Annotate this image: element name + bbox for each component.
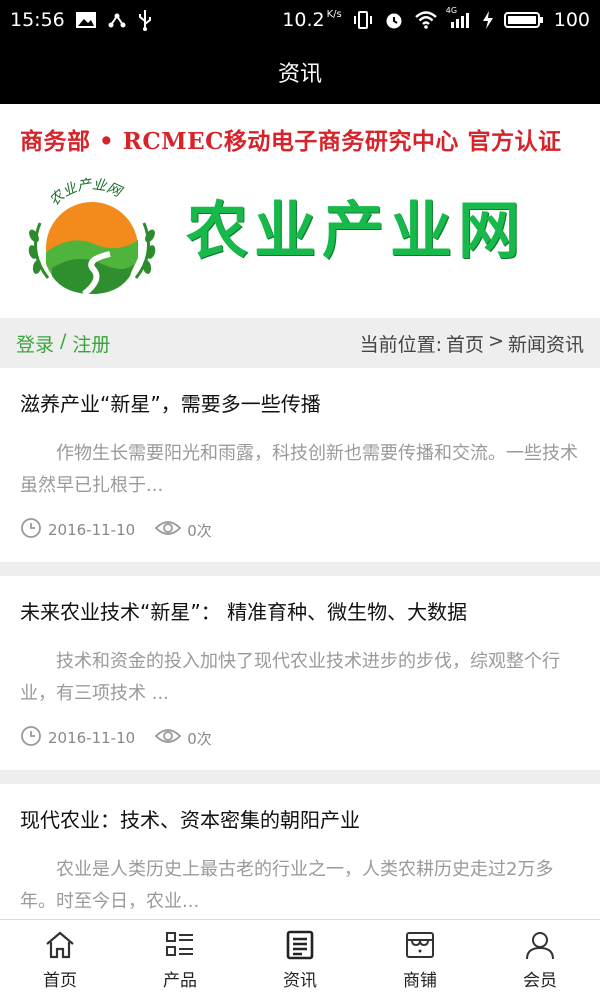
battery-level: 100: [553, 9, 590, 31]
auth-links: 登录 / 注册: [16, 330, 110, 357]
breadcrumb-arrow: >: [488, 329, 504, 352]
eye-icon: [154, 727, 182, 749]
status-bar: 15:56 10.2 K/s 4G 100: [0, 0, 600, 40]
news-view-count: 0次: [187, 729, 212, 748]
news-views: 0次: [154, 519, 212, 541]
news-item[interactable]: 未来农业技术“新星”： 精准育种、微生物、大数据 技术和资金的投入加快了现代农业…: [0, 576, 600, 784]
home-icon: [44, 930, 76, 960]
news-icon: [284, 930, 316, 960]
tab-label: 会员: [523, 970, 557, 991]
usb-icon: [137, 9, 153, 31]
news-summary: 技术和资金的投入加快了现代农业技术进步的步伐，综观整个行业，有三项技术 ...: [20, 651, 560, 704]
alarm-icon: [384, 10, 404, 30]
news-list: 滋养产业“新星”，需要多一些传播 作物生长需要阳光和雨露，科技创新也需要传播和交…: [0, 368, 600, 984]
breadcrumb: 当前位置: 首页 > 新闻资讯: [360, 330, 584, 357]
tab-label: 首页: [43, 970, 77, 991]
site-logo: 农业产业网: [22, 168, 162, 298]
banner: 商务部 • RCMEC移动电子商务研究中心 官方认证 农业产业网 农业产业网: [0, 104, 600, 318]
login-link[interactable]: 登录: [16, 330, 54, 357]
site-brand-name: 农业产业网: [186, 194, 527, 267]
news-title[interactable]: 滋养产业“新星”，需要多一些传播: [20, 388, 580, 420]
news-summary: 农业是人类历史上最古老的行业之一，人类农耕历史走过2万多年。时至今日，农业...: [20, 859, 554, 912]
breadcrumb-home[interactable]: 首页: [446, 330, 484, 357]
breadcrumb-prefix: 当前位置:: [359, 333, 443, 356]
news-date: 2016-11-10: [48, 521, 136, 539]
status-bar-left: 15:56: [10, 9, 153, 31]
news-meta: 2016-11-10 0次: [20, 516, 580, 544]
clock-icon: [20, 725, 42, 751]
title-bar: 资讯: [0, 40, 600, 104]
tab-shops[interactable]: 商铺: [360, 920, 480, 1000]
eye-icon: [154, 519, 182, 541]
status-bar-right: 10.2 K/s 4G 100: [282, 6, 590, 31]
location-bar: 登录 / 注册 当前位置: 首页 > 新闻资讯: [0, 318, 600, 368]
network-speed: 10.2 K/s: [282, 9, 342, 31]
battery-icon: [503, 10, 544, 30]
news-meta: 2016-11-10 0次: [20, 724, 580, 752]
news-view-count: 0次: [187, 521, 212, 540]
list-icon: [164, 930, 196, 960]
tab-label: 资讯: [283, 970, 317, 991]
tab-products[interactable]: 产品: [120, 920, 240, 1000]
news-views: 0次: [154, 727, 212, 749]
image-icon: [75, 11, 97, 29]
certification-text: 商务部 • RCMEC移动电子商务研究中心 官方认证: [20, 128, 562, 155]
tab-label: 产品: [163, 970, 197, 991]
news-item[interactable]: 滋养产业“新星”，需要多一些传播 作物生长需要阳光和雨露，科技创新也需要传播和交…: [0, 368, 600, 576]
share-icon: [107, 10, 127, 30]
news-summary: 作物生长需要阳光和雨露，科技创新也需要传播和交流。一些技术虽然早已扎根于...: [20, 443, 578, 496]
bottom-nav: 首页 产品 资讯 商铺 会员: [0, 919, 600, 1000]
auth-separator: /: [60, 329, 67, 352]
news-date: 2016-11-10: [48, 729, 136, 747]
page-title: 资讯: [277, 62, 322, 87]
shop-icon: [404, 930, 436, 960]
breadcrumb-current: 新闻资讯: [507, 333, 584, 356]
news-title[interactable]: 未来农业技术“新星”： 精准育种、微生物、大数据: [20, 596, 580, 628]
news-title[interactable]: 现代农业：技术、资本密集的朝阳产业: [20, 804, 580, 836]
tab-member[interactable]: 会员: [480, 920, 600, 1000]
tab-news[interactable]: 资讯: [240, 920, 360, 1000]
wifi-icon: [414, 10, 438, 30]
user-icon: [524, 930, 556, 960]
vibrate-icon: [352, 10, 374, 30]
status-time: 15:56: [10, 9, 65, 31]
charging-icon: [482, 10, 494, 30]
tab-home[interactable]: 首页: [0, 920, 120, 1000]
clock-icon: [20, 517, 42, 543]
signal-icon: 4G: [446, 6, 472, 30]
register-link[interactable]: 注册: [72, 330, 110, 357]
tab-label: 商铺: [403, 970, 437, 991]
